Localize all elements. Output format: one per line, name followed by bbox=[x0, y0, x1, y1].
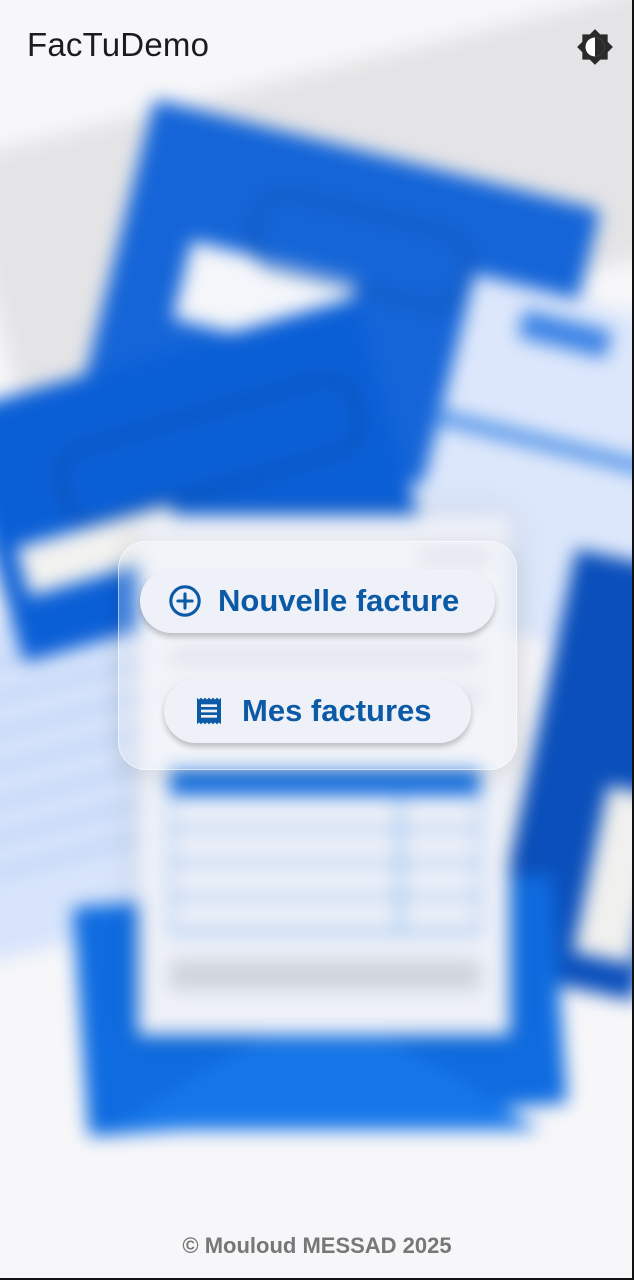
invoice-table-header bbox=[170, 770, 480, 794]
new-invoice-label: Nouvelle facture bbox=[218, 583, 460, 618]
my-invoices-label: Mes factures bbox=[242, 693, 432, 728]
paper-total-bar bbox=[170, 960, 480, 990]
brightness-contrast-icon bbox=[577, 29, 613, 65]
receipt-icon bbox=[192, 694, 226, 728]
new-invoice-button[interactable]: Nouvelle facture bbox=[140, 569, 495, 633]
copyright-footer: © Mouloud MESSAD 2025 bbox=[182, 1233, 452, 1258]
my-invoices-button[interactable]: Mes factures bbox=[164, 679, 471, 743]
app-title: FacTuDemo bbox=[27, 26, 210, 63]
add-circle-icon bbox=[168, 584, 202, 618]
invoice-table-body bbox=[170, 794, 480, 934]
action-panel: Nouvelle facture Mes factures bbox=[118, 541, 517, 770]
top-app-bar: FacTuDemo bbox=[0, 0, 634, 92]
theme-toggle-button[interactable] bbox=[572, 24, 618, 70]
app-screen: FacTuDemo Nouvelle facture Mes factures … bbox=[0, 0, 634, 1280]
